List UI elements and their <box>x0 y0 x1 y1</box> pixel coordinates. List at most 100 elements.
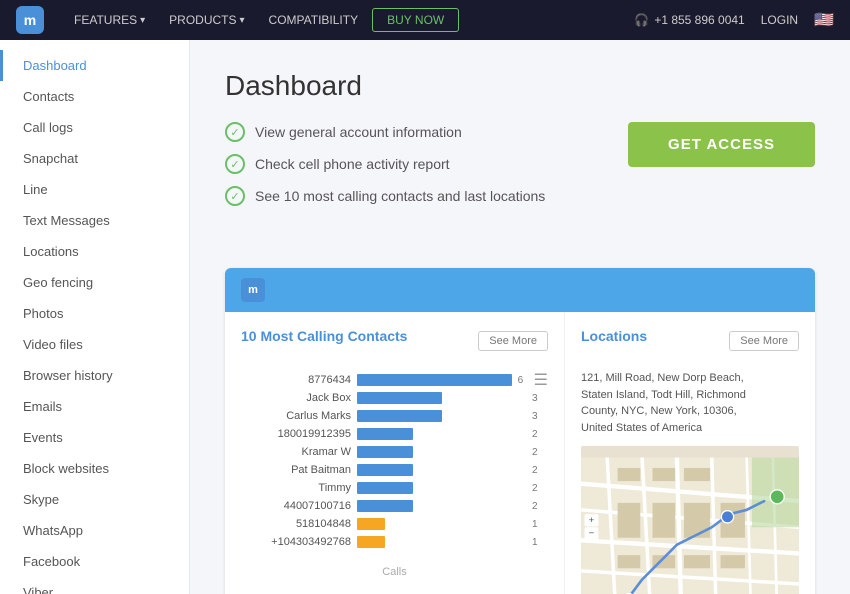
get-access-button[interactable]: GET ACCESS <box>628 122 815 167</box>
bar-row: Carlus Marks 3 <box>241 410 548 422</box>
bar-value: 2 <box>532 429 548 440</box>
features-nav[interactable]: FEATURES <box>64 8 155 32</box>
sidebar-item-facebook[interactable]: Facebook <box>0 546 189 577</box>
sidebar-item-video-files[interactable]: Video files <box>0 329 189 360</box>
sidebar-item-photos[interactable]: Photos <box>0 298 189 329</box>
hamburger-icon[interactable]: ☰ <box>534 370 548 390</box>
bar-track <box>357 536 526 548</box>
bar-label: Kramar W <box>241 446 351 458</box>
feature-item-3: ✓ See 10 most calling contacts and last … <box>225 186 545 206</box>
sidebar-item-line[interactable]: Line <box>0 174 189 205</box>
svg-text:+: + <box>589 515 595 526</box>
bar-track <box>357 482 526 494</box>
bar-fill <box>357 392 442 404</box>
bar-row: 44007100716 2 <box>241 500 548 512</box>
sidebar-item-whatsapp[interactable]: WhatsApp <box>0 515 189 546</box>
bar-value: 2 <box>532 483 548 494</box>
login-link[interactable]: LOGIN <box>761 13 798 27</box>
bar-value: 2 <box>532 465 548 476</box>
bar-track <box>357 374 512 386</box>
bar-fill <box>357 410 442 422</box>
panel-logo: m <box>241 278 265 302</box>
products-nav[interactable]: PRODUCTS <box>159 8 254 32</box>
bar-value: 2 <box>532 447 548 458</box>
svg-text:−: − <box>589 528 595 539</box>
bar-label: Jack Box <box>241 392 351 404</box>
top-nav: m FEATURES PRODUCTS COMPATIBILITY BUY NO… <box>0 0 850 40</box>
logo: m <box>16 6 44 34</box>
bar-track <box>357 446 526 458</box>
bar-value: 3 <box>532 411 548 422</box>
sidebar-item-snapchat[interactable]: Snapchat <box>0 143 189 174</box>
panel-header: m <box>225 268 815 312</box>
location-address: 121, Mill Road, New Dorp Beach,Staten Is… <box>581 370 799 436</box>
bar-fill <box>357 464 413 476</box>
sidebar-item-geo-fencing[interactable]: Geo fencing <box>0 267 189 298</box>
sidebar-item-viber[interactable]: Viber <box>0 577 189 594</box>
feature-item-1: ✓ View general account information <box>225 122 545 142</box>
headset-icon: 🎧 <box>634 13 649 27</box>
bar-fill <box>357 374 512 386</box>
sidebar-item-text-messages[interactable]: Text Messages <box>0 205 189 236</box>
top-row: ✓ View general account information ✓ Che… <box>225 122 815 243</box>
calling-title: 10 Most Calling Contacts <box>241 328 407 344</box>
bar-label: Timmy <box>241 482 351 494</box>
bar-track <box>357 410 526 422</box>
phone-number: 🎧 +1 855 896 0041 <box>634 13 744 27</box>
locations-header: Locations See More <box>581 328 799 356</box>
bar-label: 180019912395 <box>241 428 351 440</box>
buy-now-nav[interactable]: BUY NOW <box>372 8 459 32</box>
sidebar-item-block-websites[interactable]: Block websites <box>0 453 189 484</box>
main-content: Dashboard ✓ View general account informa… <box>190 40 850 594</box>
sidebar-item-emails[interactable]: Emails <box>0 391 189 422</box>
locations-title: Locations <box>581 328 647 344</box>
bar-chart: 8776434 6 Jack Box3 Carlus Marks 3 1800199123… <box>241 370 548 558</box>
bar-fill <box>357 500 413 512</box>
panel-body: 10 Most Calling Contacts See More ☰ 8776… <box>225 312 815 594</box>
sidebar: Dashboard Contacts Call logs Snapchat Li… <box>0 40 190 594</box>
sidebar-item-dashboard[interactable]: Dashboard <box>0 50 189 81</box>
calling-see-more-button[interactable]: See More <box>478 331 548 351</box>
bar-fill <box>357 536 385 548</box>
bar-row: 518104848 1 <box>241 518 548 530</box>
bar-label: 8776434 <box>241 374 351 386</box>
sidebar-item-call-logs[interactable]: Call logs <box>0 112 189 143</box>
sidebar-item-skype[interactable]: Skype <box>0 484 189 515</box>
bar-fill <box>357 446 413 458</box>
nav-right: 🎧 +1 855 896 0041 LOGIN 🇺🇸 <box>634 10 834 30</box>
bar-value: 2 <box>532 501 548 512</box>
bar-value: 6 <box>518 375 534 386</box>
check-icon-2: ✓ <box>225 154 245 174</box>
bar-track <box>357 500 526 512</box>
locations-see-more-button[interactable]: See More <box>729 331 799 351</box>
sidebar-item-events[interactable]: Events <box>0 422 189 453</box>
dashboard-panel: m 10 Most Calling Contacts See More ☰ 87… <box>225 268 815 594</box>
flag-icon[interactable]: 🇺🇸 <box>814 10 834 30</box>
bar-row: 180019912395 2 <box>241 428 548 440</box>
bar-track <box>357 464 526 476</box>
feature-item-2: ✓ Check cell phone activity report <box>225 154 545 174</box>
map-container: + − Leaflet <box>581 446 799 594</box>
sidebar-item-locations[interactable]: Locations <box>0 236 189 267</box>
compatibility-nav[interactable]: COMPATIBILITY <box>259 8 369 32</box>
calling-section-header: 10 Most Calling Contacts See More <box>241 328 548 356</box>
bar-fill <box>357 482 413 494</box>
sidebar-item-browser-history[interactable]: Browser history <box>0 360 189 391</box>
map-svg: + − <box>581 446 799 594</box>
layout: Dashboard Contacts Call logs Snapchat Li… <box>0 40 850 594</box>
calls-x-label: Calls <box>241 566 548 578</box>
bar-label: 44007100716 <box>241 500 351 512</box>
locations-section: Locations See More 121, Mill Road, New D… <box>565 312 815 594</box>
bar-value: 1 <box>532 519 548 530</box>
bar-label: 518104848 <box>241 518 351 530</box>
bar-track <box>357 518 526 530</box>
bar-row: 8776434 6 <box>241 374 534 386</box>
bar-label: Carlus Marks <box>241 410 351 422</box>
bar-fill <box>357 428 413 440</box>
page-title: Dashboard <box>225 70 815 102</box>
sidebar-item-contacts[interactable]: Contacts <box>0 81 189 112</box>
bar-row: Jack Box3 <box>241 392 548 404</box>
bar-value: 1 <box>532 537 548 548</box>
bar-row: Pat Baitman2 <box>241 464 548 476</box>
check-icon-1: ✓ <box>225 122 245 142</box>
